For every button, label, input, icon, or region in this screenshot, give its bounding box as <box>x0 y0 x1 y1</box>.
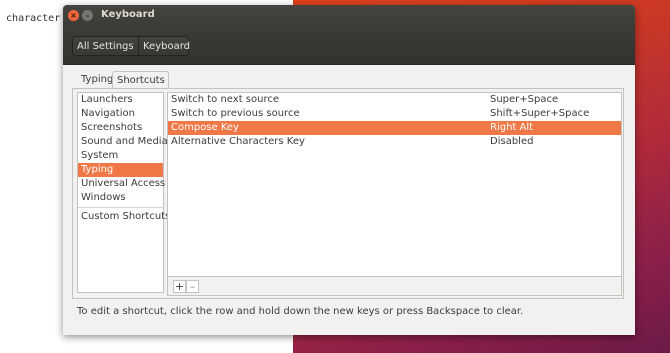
breadcrumb-all-settings[interactable]: All Settings <box>72 36 139 56</box>
shortcut-name: Alternative Characters Key <box>171 136 305 147</box>
instruction-text: To edit a shortcut, click the row and ho… <box>77 306 524 317</box>
category-item-typing[interactable]: Typing <box>78 163 163 177</box>
shortcut-name: Switch to next source <box>171 94 279 105</box>
keyboard-settings-window: × – Keyboard All Settings Keyboard Typin… <box>63 5 635 335</box>
add-shortcut-button[interactable]: + <box>173 280 186 293</box>
tab-typing[interactable]: Typing <box>77 71 114 89</box>
category-item-custom-shortcuts[interactable]: Custom Shortcuts <box>78 210 170 224</box>
category-item-sound-and-media[interactable]: Sound and Media <box>78 135 168 149</box>
shortcut-toolbar: + – <box>167 277 622 296</box>
header-toolbar: All Settings Keyboard <box>63 27 635 65</box>
shortcut-accelerator: Disabled <box>490 136 534 147</box>
window-title: Keyboard <box>101 9 155 20</box>
breadcrumb-keyboard[interactable]: Keyboard <box>138 36 190 56</box>
close-icon[interactable]: × <box>68 10 79 21</box>
shortcut-category-list: Launchers Navigation Screenshots Sound a… <box>77 92 170 293</box>
minimize-icon[interactable]: – <box>82 10 93 21</box>
shortcut-row[interactable]: Alternative Characters Key Disabled <box>168 135 621 149</box>
shortcut-table: Switch to next source Super+Space Switch… <box>167 92 622 277</box>
shortcut-row[interactable]: Switch to next source Super+Space <box>168 93 621 107</box>
category-item-screenshots[interactable]: Screenshots <box>78 121 163 135</box>
category-item-windows[interactable]: Windows <box>78 191 163 205</box>
tab-shortcuts[interactable]: Shortcuts <box>112 71 169 89</box>
shortcut-name: Switch to previous source <box>171 108 300 119</box>
window-titlebar[interactable]: × – Keyboard <box>63 5 635 27</box>
remove-shortcut-button[interactable]: – <box>186 280 199 293</box>
shortcut-accelerator: Right Alt <box>490 122 534 133</box>
category-item-universal-access[interactable]: Universal Access <box>78 177 165 191</box>
shortcut-row[interactable]: Switch to previous source Shift+Super+Sp… <box>168 107 621 121</box>
category-item-system[interactable]: System <box>78 149 163 163</box>
shortcut-accelerator: Shift+Super+Space <box>490 108 590 119</box>
category-item-navigation[interactable]: Navigation <box>78 107 163 121</box>
shortcut-accelerator: Super+Space <box>490 94 559 105</box>
shortcut-name: Compose Key <box>171 122 239 133</box>
shortcut-row-selected[interactable]: Compose Key Right Alt <box>168 121 621 135</box>
background-terminal-text: l character <box>0 13 61 24</box>
category-item-launchers[interactable]: Launchers <box>78 93 163 107</box>
